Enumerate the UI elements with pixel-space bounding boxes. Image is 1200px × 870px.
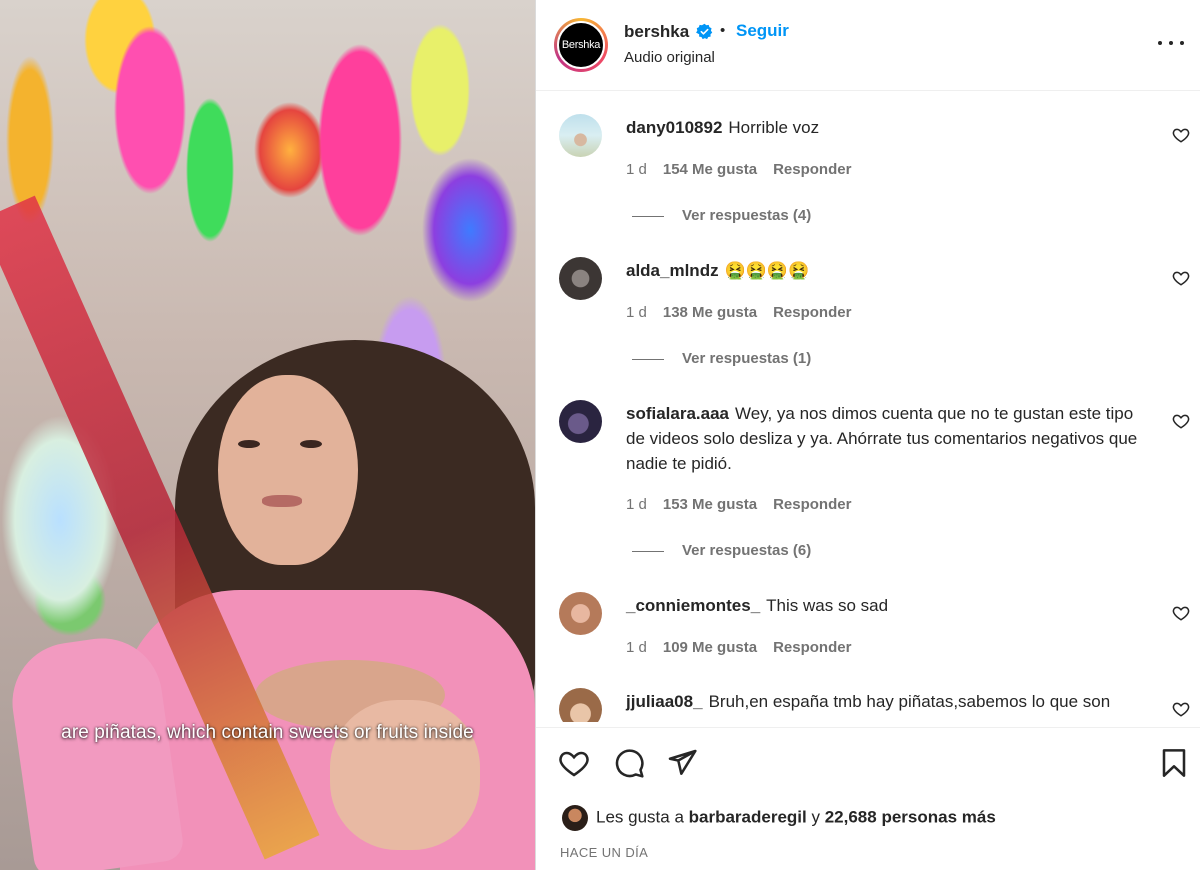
post-timestamp: HACE UN DÍA [560, 845, 649, 860]
comment-meta: 1 d 109 Me gusta Responder [626, 639, 867, 656]
video-caption: are piñatas, which contain sweets or fru… [61, 722, 474, 743]
view-replies-button[interactable]: Ver respuestas (1) [632, 350, 811, 367]
post-header: Bershka bershka • Seguir Audio original [536, 0, 1200, 91]
liker-username[interactable]: barbaraderegil [689, 807, 807, 826]
commenter-avatar[interactable] [559, 592, 602, 635]
reply-button[interactable]: Responder [773, 161, 851, 178]
heart-icon[interactable] [558, 747, 590, 779]
comment-text: dany010892 Horrible voz [626, 115, 1151, 140]
comment-time: 1 d [626, 161, 647, 178]
likes-count[interactable]: 22,688 personas más [825, 807, 996, 826]
comment-text: sofialara.aaa Wey, ya nos dimos cuenta qu… [626, 401, 1151, 476]
comment-like-heart-icon[interactable] [1172, 126, 1190, 144]
reply-button[interactable]: Responder [773, 304, 851, 321]
likes-conjunction: y [811, 807, 820, 827]
likes-summary[interactable]: Les gusta a barbaraderegil y 22,688 pers… [562, 805, 996, 831]
author-avatar[interactable]: Bershka [557, 21, 605, 69]
reply-button[interactable]: Responder [773, 639, 851, 656]
comment-like-heart-icon[interactable] [1172, 604, 1190, 622]
commenter-avatar[interactable] [559, 257, 602, 300]
comment-username[interactable]: _conniemontes_ [626, 596, 760, 615]
follow-button[interactable]: Seguir [736, 21, 789, 41]
video-person-mouth [262, 495, 302, 507]
video-person-eye-left [238, 440, 260, 448]
comment-body: Bruh,en españa tmb hay piñatas,sabemos l… [708, 692, 1111, 711]
comment-username[interactable]: sofialara.aaa [626, 404, 729, 423]
share-icon[interactable] [666, 747, 698, 779]
comments-list[interactable]: dany010892 Horrible voz 1 d 154 Me gusta Re… [536, 92, 1200, 722]
comment-like-heart-icon[interactable] [1172, 700, 1190, 718]
liker-avatar [562, 805, 588, 831]
comment-like-heart-icon[interactable] [1172, 269, 1190, 287]
comment-body: Horrible voz [728, 118, 820, 137]
video-person-face [218, 375, 358, 565]
commenter-avatar[interactable] [559, 400, 602, 443]
comment-username[interactable]: alda_mlndz [626, 261, 719, 280]
comment-text: jjuliaa08_ Bruh,en españa tmb hay piñatas… [626, 689, 1151, 714]
comment-username[interactable]: dany010892 [626, 118, 722, 137]
reel-video[interactable]: are piñatas, which contain sweets or fru… [0, 0, 535, 870]
post-side-panel: Bershka bershka • Seguir Audio original … [536, 0, 1200, 870]
more-options-icon[interactable] [1158, 30, 1184, 56]
comment-likes[interactable]: 154 Me gusta [663, 161, 757, 178]
commenter-avatar[interactable] [559, 114, 602, 157]
view-replies-button[interactable]: Ver respuestas (4) [632, 207, 811, 224]
comment-time: 1 d [626, 496, 647, 513]
audio-link[interactable]: Audio original [624, 49, 715, 66]
comment-body: This was so sad [766, 596, 889, 615]
comment-likes[interactable]: 109 Me gusta [663, 639, 757, 656]
comment-time: 1 d [626, 304, 647, 321]
comment-likes[interactable]: 153 Me gusta [663, 496, 757, 513]
comment-likes[interactable]: 138 Me gusta [663, 304, 757, 321]
comment-text: alda_mlndz 🤮🤮🤮🤮 [626, 258, 1151, 283]
video-person-eye-right [300, 440, 322, 448]
comment-username[interactable]: jjuliaa08_ [626, 692, 703, 711]
comment-text: _conniemontes_ This was so sad [626, 593, 1151, 618]
comment-body: 🤮🤮🤮🤮 [724, 261, 810, 280]
comment-time: 1 d [626, 639, 647, 656]
comment-meta: 1 d 153 Me gusta Responder [626, 496, 867, 513]
comment-meta: 1 d 154 Me gusta Responder [626, 161, 867, 178]
reply-button[interactable]: Responder [773, 496, 851, 513]
commenter-avatar[interactable] [559, 688, 602, 722]
comment-icon[interactable] [613, 747, 645, 779]
author-username[interactable]: bershka [624, 22, 689, 42]
comment-meta: 1 d 138 Me gusta Responder [626, 304, 867, 321]
verified-badge-icon [696, 23, 713, 40]
likes-prefix: Les gusta a [596, 807, 684, 827]
post-actions-bar: Les gusta a barbaraderegil y 22,688 pers… [536, 727, 1200, 870]
author-avatar-ring[interactable]: Bershka [554, 18, 608, 72]
comment-like-heart-icon[interactable] [1172, 412, 1190, 430]
bookmark-icon[interactable] [1158, 747, 1190, 779]
view-replies-button[interactable]: Ver respuestas (6) [632, 542, 811, 559]
header-separator: • [720, 22, 726, 39]
